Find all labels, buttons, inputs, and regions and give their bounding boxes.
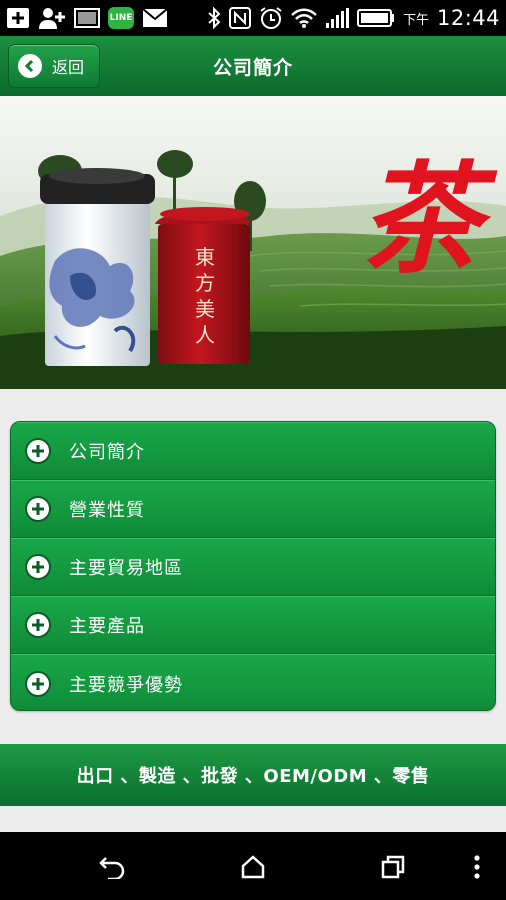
red-tea-can: 東 方 美 人 bbox=[155, 207, 252, 364]
home-icon bbox=[241, 855, 265, 879]
plus-icon bbox=[25, 438, 51, 464]
nfc-icon bbox=[228, 7, 251, 29]
red-can-char-2: 方 bbox=[195, 271, 215, 295]
menu-item-business-nature[interactable]: 營業性質 bbox=[11, 480, 495, 538]
plus-icon bbox=[25, 612, 51, 638]
menu-item-label: 主要產品 bbox=[69, 616, 145, 637]
back-button-label: 返回 bbox=[52, 58, 85, 77]
page-title: 公司簡介 bbox=[212, 56, 293, 79]
add-contact-icon bbox=[38, 6, 66, 30]
tea-calligraphy: 茶 bbox=[360, 149, 498, 290]
overflow-menu-button[interactable] bbox=[462, 852, 492, 882]
more-vert-icon bbox=[474, 855, 480, 879]
back-button[interactable]: 返回 bbox=[8, 44, 100, 88]
system-nav-bar bbox=[0, 832, 506, 900]
photo-icon bbox=[74, 7, 100, 29]
clock: 12:44 bbox=[436, 6, 500, 30]
tea-banner-image: 東 方 美 人 茶 bbox=[0, 96, 506, 389]
recent-apps-button[interactable] bbox=[378, 852, 408, 882]
plus-icon bbox=[25, 670, 51, 697]
bluetooth-icon bbox=[207, 7, 221, 29]
signal-icon bbox=[325, 8, 349, 28]
status-bar: LINE 下午 12:44 bbox=[0, 0, 506, 36]
company-info-menu: 公司簡介 營業性質 主要貿易地區 主要產品 主要競爭優勢 bbox=[10, 421, 496, 711]
alarm-icon bbox=[259, 6, 283, 30]
red-can-char-4: 人 bbox=[195, 323, 215, 347]
back-arrow-icon bbox=[18, 54, 42, 78]
menu-item-label: 主要競爭優勢 bbox=[69, 674, 183, 696]
add-box-icon bbox=[6, 7, 30, 29]
mail-icon bbox=[142, 8, 168, 28]
menu-item-label: 營業性質 bbox=[69, 500, 145, 521]
business-types-text: 出口 、製造 、批發 、OEM/ODM 、零售 bbox=[76, 766, 430, 787]
menu-item-trade-regions[interactable]: 主要貿易地區 bbox=[11, 538, 495, 596]
plus-icon bbox=[25, 554, 51, 580]
back-nav-icon bbox=[99, 857, 125, 879]
recent-apps-icon bbox=[381, 855, 405, 879]
time-period: 下午 bbox=[402, 12, 429, 28]
menu-item-label: 主要貿易地區 bbox=[69, 558, 183, 579]
red-can-char-1: 東 bbox=[195, 245, 215, 269]
menu-item-competitive-advantage[interactable]: 主要競爭優勢 bbox=[11, 654, 495, 710]
battery-icon bbox=[356, 9, 395, 27]
home-nav-button[interactable] bbox=[238, 852, 268, 882]
system-icons: 下午 12:44 bbox=[207, 6, 500, 30]
menu-item-company-intro[interactable]: 公司簡介 bbox=[11, 422, 495, 480]
app-header: 返回 公司簡介 bbox=[0, 36, 506, 96]
line-icon: LINE bbox=[108, 7, 134, 29]
menu-item-label: 公司簡介 bbox=[69, 442, 145, 463]
red-can-char-3: 美 bbox=[195, 297, 215, 321]
wifi-icon bbox=[291, 7, 317, 29]
notification-icons: LINE bbox=[6, 6, 168, 30]
menu-item-main-products[interactable]: 主要產品 bbox=[11, 596, 495, 654]
business-types-banner: 出口 、製造 、批發 、OEM/ODM 、零售 bbox=[0, 744, 506, 806]
white-tea-can bbox=[40, 168, 155, 366]
plus-icon bbox=[25, 496, 51, 522]
back-nav-button[interactable] bbox=[97, 852, 127, 882]
